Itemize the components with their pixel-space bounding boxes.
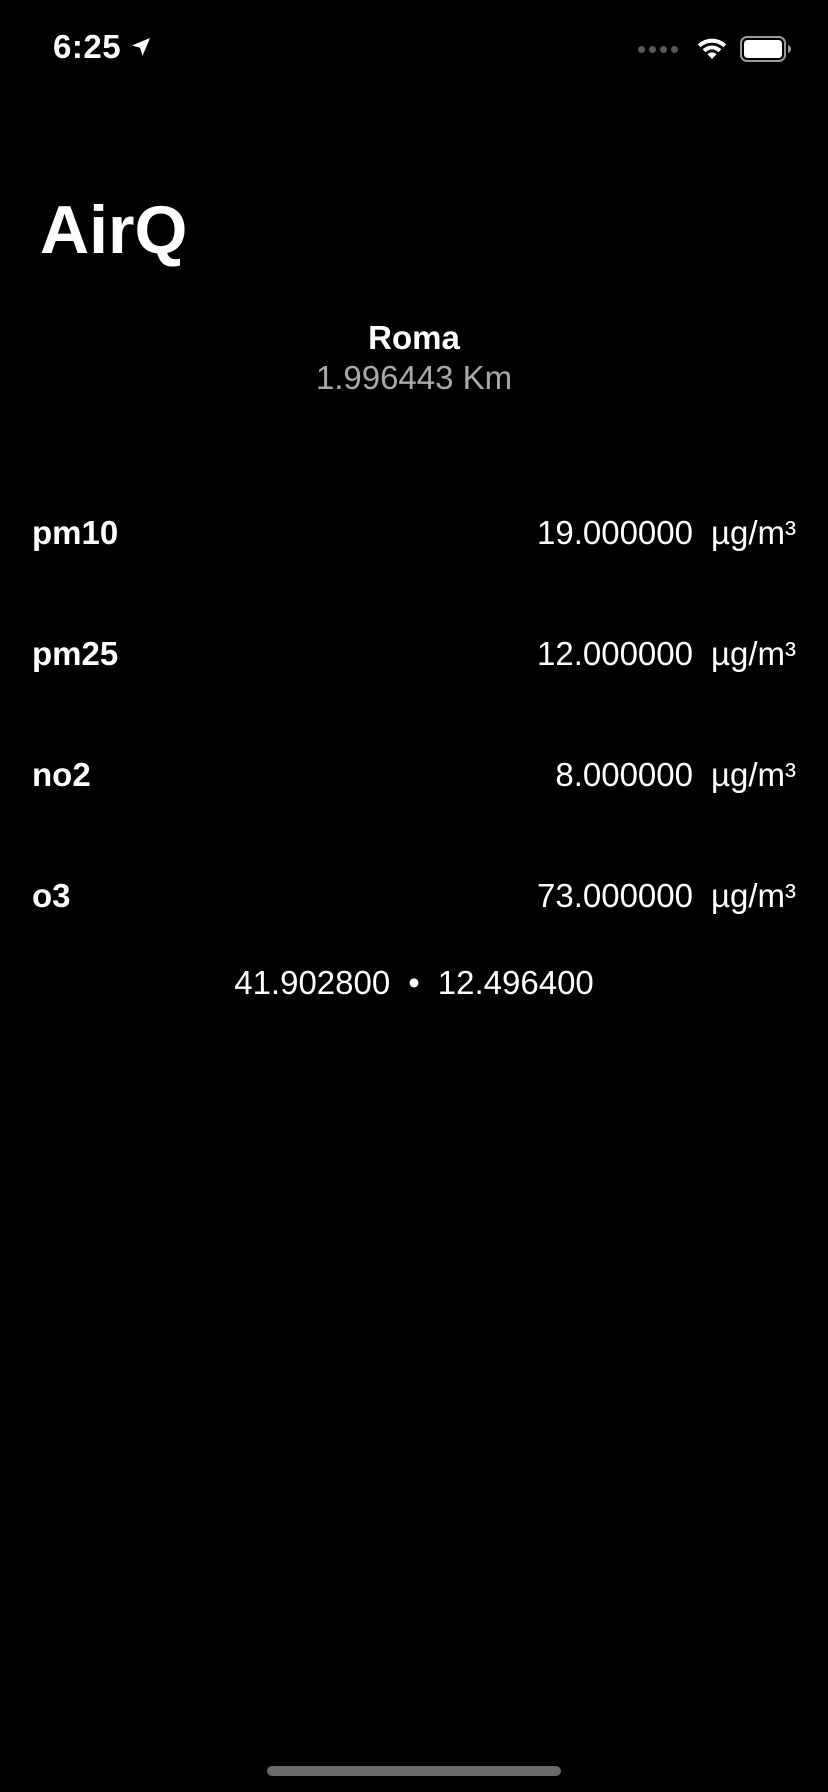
pollutant-name: no2: [32, 755, 91, 793]
pollutant-unit: µg/m³: [710, 634, 796, 672]
pollutant-reading: 19.000000 µg/m³: [537, 514, 796, 552]
pollutant-row-pm25: pm25 12.000000 µg/m³: [32, 593, 796, 714]
pollutant-reading: 12.000000 µg/m³: [537, 635, 796, 673]
pollutant-value: 8.000000: [555, 755, 693, 793]
latitude: 41.902800: [234, 964, 391, 1001]
home-indicator[interactable]: [267, 1766, 561, 1776]
pollutant-unit: µg/m³: [710, 876, 796, 914]
battery-icon: [740, 36, 791, 62]
status-time: 6:25: [53, 28, 153, 66]
coordinate-separator: •: [408, 964, 420, 1001]
status-icons: [638, 36, 792, 62]
station-name: Roma: [368, 319, 460, 356]
pollutant-row-pm10: pm10 19.000000 µg/m³: [32, 472, 796, 593]
pollutant-value: 19.000000: [536, 513, 693, 551]
pollutant-unit: µg/m³: [710, 755, 796, 793]
station-header: Roma 1.996443 Km: [0, 318, 828, 397]
pollutant-name: pm10: [32, 513, 119, 551]
longitude: 12.496400: [437, 964, 594, 1001]
pollutant-reading: 73.000000 µg/m³: [537, 877, 796, 915]
signal-icon: [638, 45, 678, 53]
status-time-label: 6:25: [53, 28, 122, 65]
pollutant-value: 73.000000: [536, 876, 693, 914]
wifi-icon: [697, 38, 727, 59]
pollutant-list: pm10 19.000000 µg/m³ pm25 12.000000 µg/m…: [32, 472, 796, 956]
location-arrow-icon: [132, 38, 151, 56]
pollutant-unit: µg/m³: [710, 513, 796, 551]
station-distance: 1.996443 Km: [315, 358, 513, 396]
pollutant-row-o3: o3 73.000000 µg/m³: [32, 835, 796, 956]
station-coordinates: 41.902800 • 12.496400: [0, 964, 828, 1002]
status-bar: 6:25: [0, 0, 828, 100]
pollutant-reading: 8.000000 µg/m³: [555, 756, 796, 794]
pollutant-row-no2: no2 8.000000 µg/m³: [32, 714, 796, 835]
app-title: AirQ: [40, 192, 188, 268]
pollutant-name: o3: [32, 876, 71, 914]
pollutant-name: pm25: [32, 634, 119, 672]
pollutant-value: 12.000000: [536, 634, 693, 672]
